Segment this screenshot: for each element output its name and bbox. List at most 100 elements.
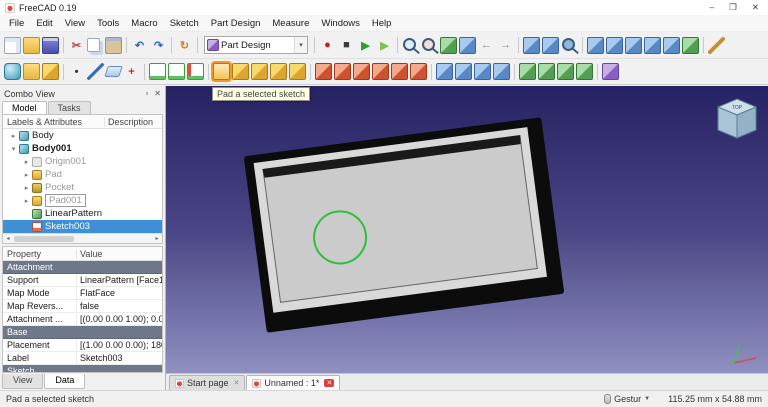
menu-macro[interactable]: Macro [125, 17, 163, 30]
menu-part-design[interactable]: Part Design [205, 17, 267, 30]
menu-edit[interactable]: Edit [30, 17, 58, 30]
create-group-button[interactable] [23, 63, 40, 80]
view-bottom-button[interactable] [625, 37, 642, 54]
create-datum-plane-button[interactable] [104, 66, 123, 77]
polar-pattern-button[interactable] [557, 63, 574, 80]
subtractive-loft-button[interactable] [372, 63, 389, 80]
view-front-button[interactable] [523, 37, 540, 54]
map-sketch-button[interactable] [187, 63, 204, 80]
draw-style-button[interactable] [682, 37, 699, 54]
tab-model[interactable]: Model [2, 101, 47, 114]
revolution-button[interactable] [232, 63, 249, 80]
menu-sketch[interactable]: Sketch [164, 17, 205, 30]
expander-icon[interactable]: ▸ [22, 197, 31, 205]
scroll-right-icon[interactable]: ▸ [152, 235, 162, 242]
menu-measure[interactable]: Measure [266, 17, 315, 30]
draft-button[interactable] [474, 63, 491, 80]
scroll-track[interactable] [13, 235, 152, 243]
undo-button[interactable]: ↶ [131, 37, 148, 54]
save-document-button[interactable] [42, 37, 59, 54]
hole-button[interactable] [334, 63, 351, 80]
cut-button[interactable]: ✂ [68, 37, 85, 54]
property-row[interactable]: Map ModeFlatFace [3, 287, 162, 300]
zoom-in-button[interactable] [402, 37, 419, 54]
create-coordinate-system-button[interactable]: + [123, 63, 140, 80]
tree-item-sketch003[interactable]: Sketch003 [3, 220, 162, 233]
menu-file[interactable]: File [3, 17, 30, 30]
navigation-cube[interactable]: TOP [712, 94, 762, 144]
tab-data[interactable]: Data [44, 374, 85, 389]
expander-icon[interactable]: ▸ [22, 184, 31, 192]
view-axonometric-button[interactable] [459, 37, 476, 54]
open-document-button[interactable] [23, 37, 40, 54]
chamfer-button[interactable] [455, 63, 472, 80]
subtractive-helix-button[interactable] [410, 63, 427, 80]
property-row[interactable]: Placement[(1.00 0.00 0.00); 180.0... [3, 339, 162, 352]
property-group-sketch[interactable]: Sketch [3, 365, 162, 372]
tab-tasks[interactable]: Tasks [48, 101, 91, 114]
menu-tools[interactable]: Tools [91, 17, 125, 30]
sketch-circle[interactable] [310, 207, 371, 268]
copy-button[interactable] [87, 38, 100, 52]
tree-item-body001[interactable]: ▾Body001 [3, 142, 162, 155]
measure-distance-button[interactable] [708, 37, 725, 54]
linear-pattern-button[interactable] [538, 63, 555, 80]
workbench-selector[interactable]: Part Design▾ [204, 36, 308, 54]
thickness-button[interactable] [493, 63, 510, 80]
view-isometric-button[interactable] [663, 37, 680, 54]
maximize-button[interactable]: ❐ [729, 2, 737, 13]
macro-stop-button[interactable]: ■ [338, 37, 355, 54]
close-panel-icon[interactable]: ✕ [154, 89, 161, 98]
mirrored-button[interactable] [519, 63, 536, 80]
expander-icon[interactable]: ▸ [9, 132, 18, 140]
navigation-style-button[interactable]: Gestur ▼ [604, 394, 650, 404]
refresh-button[interactable]: ↻ [176, 37, 193, 54]
property-row[interactable]: SupportLinearPattern [Face19] [3, 274, 162, 287]
document-tab-unnamed-1-[interactable]: Unnamed : 1*✕ [246, 375, 340, 390]
tab-view[interactable]: View [2, 374, 43, 389]
fit-all-button[interactable] [440, 37, 457, 54]
pocket-button[interactable] [315, 63, 332, 80]
macro-debug-button[interactable]: ▶ [376, 37, 393, 54]
tree-horizontal-scrollbar[interactable]: ◂ ▸ [3, 233, 162, 243]
multitransform-button[interactable] [576, 63, 593, 80]
close-tab-icon[interactable]: ✕ [324, 379, 334, 387]
document-tab-start-page[interactable]: Start page✕ [169, 375, 245, 390]
paste-button[interactable] [105, 37, 122, 54]
close-tab-icon[interactable]: ✕ [234, 379, 240, 387]
menu-help[interactable]: Help [366, 17, 398, 30]
pad-button[interactable] [213, 63, 230, 80]
expander-icon[interactable]: ▸ [22, 158, 31, 166]
view-right-button[interactable] [587, 37, 604, 54]
property-row[interactable]: Map Revers...false [3, 300, 162, 313]
minimize-button[interactable]: – [710, 2, 715, 13]
menu-windows[interactable]: Windows [315, 17, 366, 30]
create-datum-point-button[interactable]: • [68, 63, 85, 80]
property-group-attachment[interactable]: Attachment [3, 261, 162, 274]
scroll-thumb[interactable] [14, 236, 74, 242]
model-3d[interactable] [244, 117, 565, 333]
additive-helix-button[interactable] [289, 63, 306, 80]
view-top-button[interactable] [542, 37, 559, 54]
create-sketch-button[interactable] [149, 63, 166, 80]
scroll-left-icon[interactable]: ◂ [3, 235, 13, 242]
nav-forward-button[interactable]: → [497, 37, 514, 54]
fillet-button[interactable] [436, 63, 453, 80]
expander-icon[interactable]: ▾ [9, 145, 18, 153]
property-row[interactable]: LabelSketch003 [3, 352, 162, 365]
model-pocket[interactable] [262, 135, 537, 303]
expander-icon[interactable]: ▸ [22, 171, 31, 179]
create-datum-line-button[interactable] [87, 63, 104, 80]
zoom-out-button[interactable] [421, 37, 438, 54]
macro-execute-button[interactable]: ▶ [357, 37, 374, 54]
model-top-face[interactable] [254, 127, 547, 313]
zoom-selection-button[interactable] [561, 37, 578, 54]
tree-item-pocket[interactable]: ▸Pocket [3, 181, 162, 194]
tree-item-pad001[interactable]: ▸Pad001 [3, 194, 162, 207]
boolean-operation-button[interactable] [602, 63, 619, 80]
tree-item-body[interactable]: ▸Body [3, 129, 162, 142]
close-button[interactable]: ✕ [752, 2, 759, 13]
additive-loft-button[interactable] [251, 63, 268, 80]
menu-view[interactable]: View [59, 17, 91, 30]
create-part-button[interactable] [42, 63, 59, 80]
